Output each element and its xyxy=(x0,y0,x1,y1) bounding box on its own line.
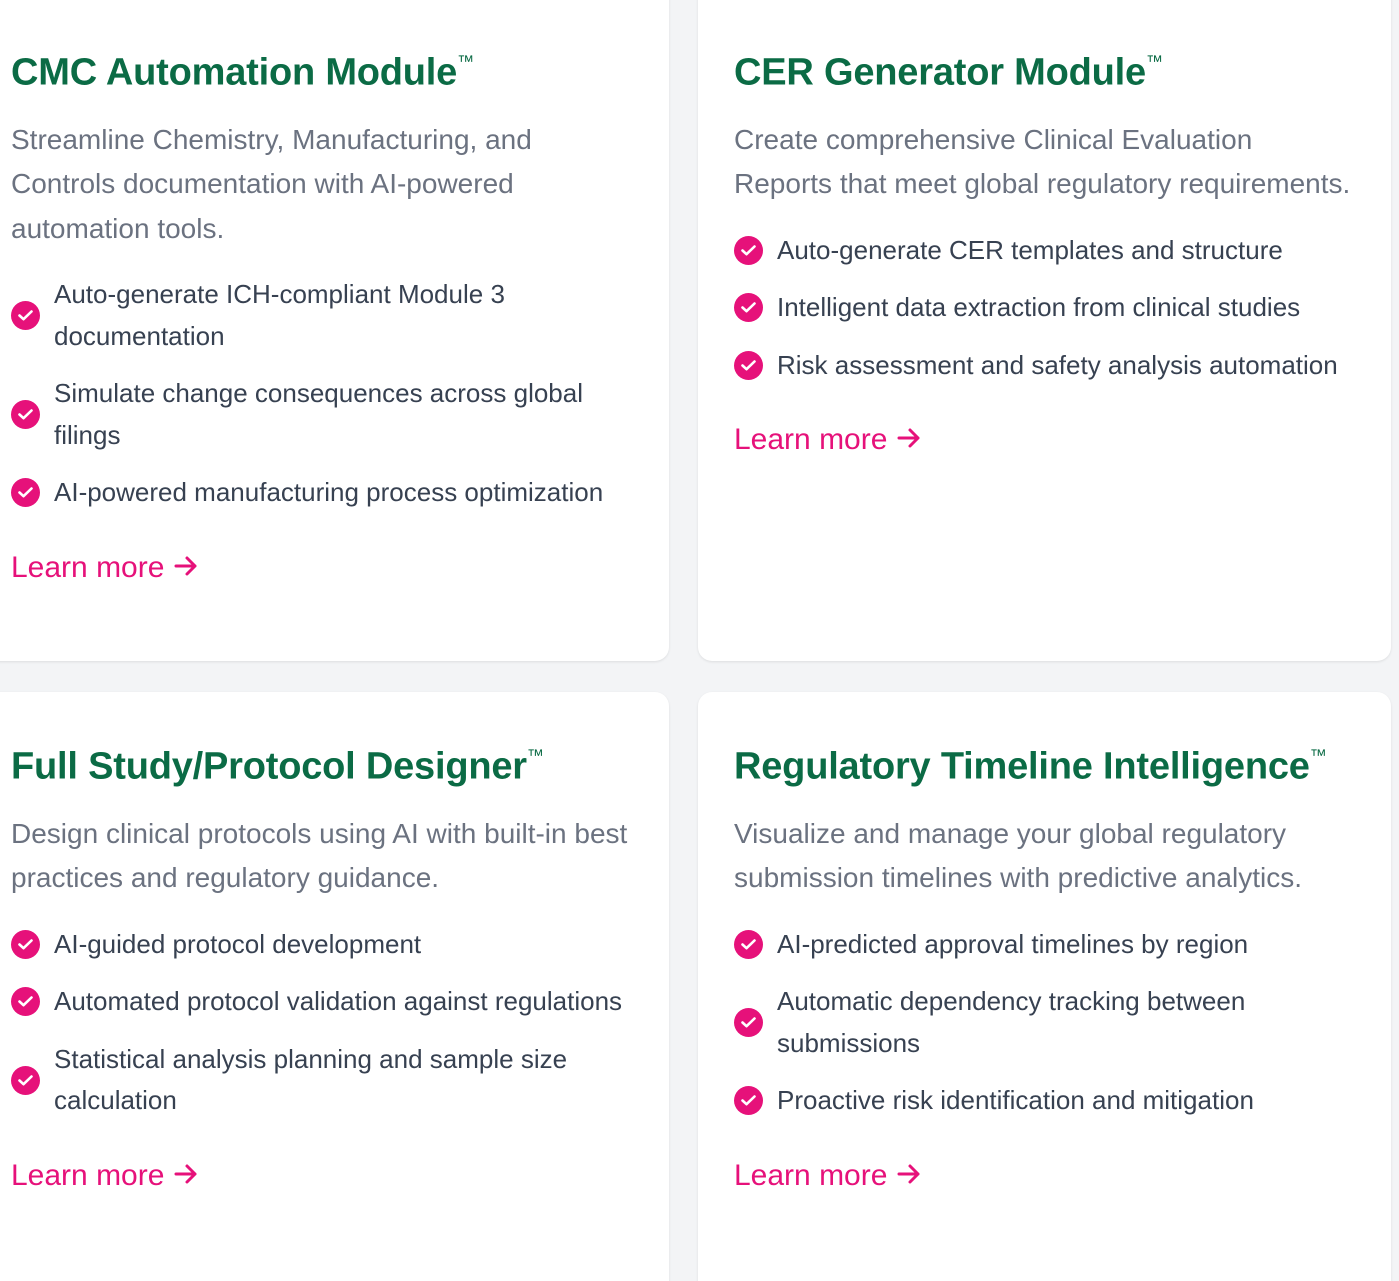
check-circle-icon xyxy=(734,1086,763,1116)
check-circle-icon xyxy=(11,478,40,508)
module-card-cmc-automation: CMC Automation Module™ Streamline Chemis… xyxy=(0,0,669,661)
learn-more-label: Learn more xyxy=(734,423,888,457)
check-circle-icon xyxy=(11,400,40,430)
feature-item: Auto-generate ICH-compliant Module 3 doc… xyxy=(11,274,639,357)
trademark-symbol: ™ xyxy=(457,52,474,71)
feature-text: Intelligent data extraction from clinica… xyxy=(777,292,1301,323)
card-title: Full Study/Protocol Designer™ xyxy=(11,745,544,788)
feature-text: Auto-generate CER templates and structur… xyxy=(777,234,1283,265)
feature-text: Proactive risk identification and mitiga… xyxy=(777,1085,1254,1116)
feature-text: AI-powered manufacturing process optimiz… xyxy=(54,477,604,508)
module-card-study-protocol-designer: Full Study/Protocol Designer™ Design cli… xyxy=(0,692,669,1281)
arrow-right-icon xyxy=(174,1156,198,1196)
feature-text: Automatic dependency tracking between su… xyxy=(777,986,1246,1058)
feature-text: Risk assessment and safety analysis auto… xyxy=(777,349,1338,380)
feature-list: Auto-generate CER templates and structur… xyxy=(734,230,1355,387)
learn-more-link[interactable]: Learn more xyxy=(11,1156,198,1196)
feature-item: Intelligent data extraction from clinica… xyxy=(734,287,1355,329)
check-circle-icon xyxy=(734,929,763,959)
feature-item: Proactive risk identification and mitiga… xyxy=(734,1080,1355,1122)
module-cards-grid: CMC Automation Module™ Streamline Chemis… xyxy=(0,0,1399,1281)
card-description: Visualize and manage your global regulat… xyxy=(734,817,1302,894)
feature-item: Auto-generate CER templates and structur… xyxy=(734,230,1355,272)
feature-list: AI-guided protocol development Automated… xyxy=(11,924,639,1122)
feature-text: Auto-generate ICH-compliant Module 3 doc… xyxy=(54,279,505,351)
feature-item: Simulate change consequences across glob… xyxy=(11,373,639,456)
feature-item: Risk assessment and safety analysis auto… xyxy=(734,345,1355,387)
feature-item: AI-guided protocol development xyxy=(11,924,639,966)
arrow-right-icon xyxy=(897,420,921,460)
check-circle-icon xyxy=(734,293,763,323)
learn-more-link[interactable]: Learn more xyxy=(734,420,921,460)
feature-list: AI-predicted approval timelines by regio… xyxy=(734,924,1355,1122)
feature-text: AI-guided protocol development xyxy=(54,928,422,959)
feature-text: Simulate change consequences across glob… xyxy=(54,378,584,450)
module-card-cer-generator: CER Generator Module™ Create comprehensi… xyxy=(698,0,1391,661)
feature-item: AI-powered manufacturing process optimiz… xyxy=(11,472,639,514)
check-circle-icon xyxy=(734,235,763,265)
check-circle-icon xyxy=(11,1065,40,1095)
learn-more-label: Learn more xyxy=(734,1158,888,1192)
feature-item: Statistical analysis planning and sample… xyxy=(11,1039,639,1122)
trademark-symbol: ™ xyxy=(1309,746,1327,765)
card-title: Regulatory Timeline Intelligence™ xyxy=(734,745,1327,788)
check-circle-icon xyxy=(734,350,763,380)
check-circle-icon xyxy=(734,1008,763,1038)
card-description: Design clinical protocols using AI with … xyxy=(11,817,628,894)
check-circle-icon xyxy=(11,301,40,331)
card-description: Create comprehensive Clinical Evaluation… xyxy=(734,123,1351,200)
learn-more-link[interactable]: Learn more xyxy=(11,548,198,588)
feature-text: Automated protocol validation against re… xyxy=(54,986,623,1017)
arrow-right-icon xyxy=(174,548,198,588)
trademark-symbol: ™ xyxy=(1145,52,1163,71)
feature-text: AI-predicted approval timelines by regio… xyxy=(777,928,1249,959)
card-description: Streamline Chemistry, Manufacturing, and… xyxy=(11,123,532,244)
feature-item: Automated protocol validation against re… xyxy=(11,981,639,1023)
feature-text: Statistical analysis planning and sample… xyxy=(54,1043,568,1116)
check-circle-icon xyxy=(11,929,40,959)
card-title: CMC Automation Module™ xyxy=(11,51,474,94)
module-card-regulatory-timeline: Regulatory Timeline Intelligence™ Visual… xyxy=(698,692,1391,1281)
arrow-right-icon xyxy=(897,1156,921,1196)
learn-more-link[interactable]: Learn more xyxy=(734,1156,921,1196)
feature-item: Automatic dependency tracking between su… xyxy=(734,981,1355,1064)
trademark-symbol: ™ xyxy=(526,746,544,765)
feature-list: Auto-generate ICH-compliant Module 3 doc… xyxy=(11,274,639,514)
learn-more-label: Learn more xyxy=(11,550,165,584)
feature-item: AI-predicted approval timelines by regio… xyxy=(734,924,1355,966)
learn-more-label: Learn more xyxy=(11,1158,165,1192)
check-circle-icon xyxy=(11,987,40,1017)
card-title: CER Generator Module™ xyxy=(734,51,1163,94)
